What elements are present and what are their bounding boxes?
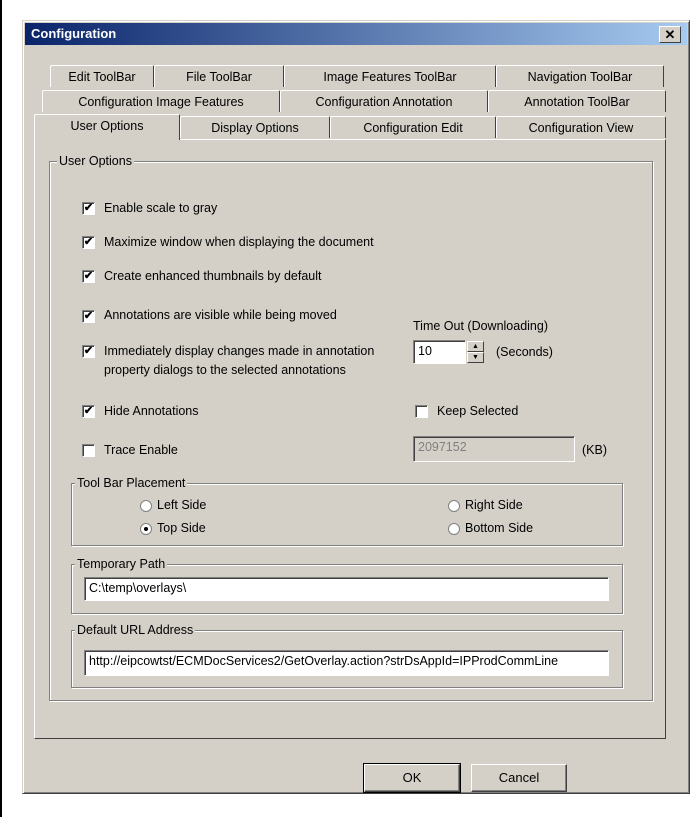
default-url-input[interactable]: http://eipcowtst/ECMDocServices2/GetOver… xyxy=(84,650,609,676)
check-icon: ✔ xyxy=(83,345,94,357)
trace-size-unit: (KB) xyxy=(582,443,607,457)
enhanced-thumbnails-label: Create enhanced thumbnails by default xyxy=(104,269,322,283)
tab-annotation-toolbar[interactable]: Annotation ToolBar xyxy=(488,90,666,112)
timeout-spin-down[interactable]: ▼ xyxy=(467,352,484,363)
radio-bottom-side[interactable] xyxy=(448,523,460,535)
enable-scale-to-gray-checkbox[interactable]: ✔ xyxy=(82,202,95,215)
tab-configuration-annotation[interactable]: Configuration Annotation xyxy=(280,90,488,112)
dialog-title: Configuration xyxy=(31,26,117,41)
timeout-label: Time Out (Downloading) xyxy=(413,319,549,333)
keep-selected-label: Keep Selected xyxy=(437,404,519,418)
hide-annotations-label: Hide Annotations xyxy=(104,404,199,418)
radio-bottom-side-label: Bottom Side xyxy=(465,521,534,535)
timeout-spin-up[interactable]: ▲ xyxy=(467,341,484,352)
check-icon: ✔ xyxy=(83,405,94,417)
default-url-label: Default URL Address xyxy=(75,623,196,637)
check-icon: ✔ xyxy=(83,310,94,322)
page-left-edge xyxy=(0,0,2,817)
maximize-window-checkbox[interactable]: ✔ xyxy=(82,236,95,249)
tab-configuration-edit[interactable]: Configuration Edit xyxy=(330,116,496,138)
hide-annotations-checkbox[interactable]: ✔ xyxy=(82,405,95,418)
close-button[interactable]: ✕ xyxy=(659,26,681,43)
check-icon: ✔ xyxy=(83,270,94,282)
cancel-button[interactable]: Cancel xyxy=(471,764,567,792)
tab-navigation-toolbar[interactable]: Navigation ToolBar xyxy=(496,65,664,87)
temporary-path-label: Temporary Path xyxy=(75,557,168,571)
check-icon: ✔ xyxy=(83,202,94,214)
temporary-path-input[interactable]: C:\temp\overlays\ xyxy=(84,577,609,601)
tab-edit-toolbar[interactable]: Edit ToolBar xyxy=(50,65,154,87)
immediately-display-changes-label: Immediately display changes made in anno… xyxy=(104,344,375,358)
tab-display-options[interactable]: Display Options xyxy=(180,116,330,138)
enable-scale-to-gray-label: Enable scale to gray xyxy=(104,201,218,215)
close-icon: ✕ xyxy=(664,27,676,42)
tab-file-toolbar[interactable]: File ToolBar xyxy=(154,65,284,87)
page-top-strip xyxy=(0,0,691,20)
trace-enable-label: Trace Enable xyxy=(104,443,178,457)
radio-left-side[interactable] xyxy=(140,500,152,512)
user-options-group-label: User Options xyxy=(57,154,134,168)
trace-enable-checkbox[interactable] xyxy=(82,444,95,457)
maximize-window-label: Maximize window when displaying the docu… xyxy=(104,235,374,249)
tab-configuration-image-features[interactable]: Configuration Image Features xyxy=(42,90,280,112)
tab-user-options[interactable]: User Options xyxy=(34,114,180,140)
trace-size-input[interactable]: 2097152 xyxy=(413,436,575,462)
timeout-unit: (Seconds) xyxy=(496,345,553,359)
radio-top-side-label: Top Side xyxy=(157,521,206,535)
tab-configuration-view[interactable]: Configuration View xyxy=(496,116,666,138)
annotations-visible-checkbox[interactable]: ✔ xyxy=(82,310,95,323)
immediately-display-changes-checkbox[interactable]: ✔ xyxy=(82,345,95,358)
tab-image-features-toolbar[interactable]: Image Features ToolBar xyxy=(284,65,496,87)
title-bar[interactable] xyxy=(25,23,687,45)
check-icon: ✔ xyxy=(83,236,94,248)
toolbar-placement-label: Tool Bar Placement xyxy=(75,476,188,490)
radio-right-side[interactable] xyxy=(448,500,460,512)
enhanced-thumbnails-checkbox[interactable]: ✔ xyxy=(82,270,95,283)
timeout-input[interactable]: 10 xyxy=(413,340,466,364)
ok-button[interactable]: OK xyxy=(363,763,461,793)
spin-up-icon: ▲ xyxy=(472,343,479,350)
radio-left-side-label: Left Side xyxy=(157,498,207,512)
immediately-display-changes-label-line2: property dialogs to the selected annotat… xyxy=(104,363,346,377)
keep-selected-checkbox[interactable] xyxy=(415,405,428,418)
radio-right-side-label: Right Side xyxy=(465,498,523,512)
toolbar-placement-group xyxy=(71,483,623,546)
radio-top-side[interactable] xyxy=(140,523,152,535)
annotations-visible-label: Annotations are visible while being move… xyxy=(104,308,337,322)
spin-down-icon: ▼ xyxy=(472,354,479,361)
